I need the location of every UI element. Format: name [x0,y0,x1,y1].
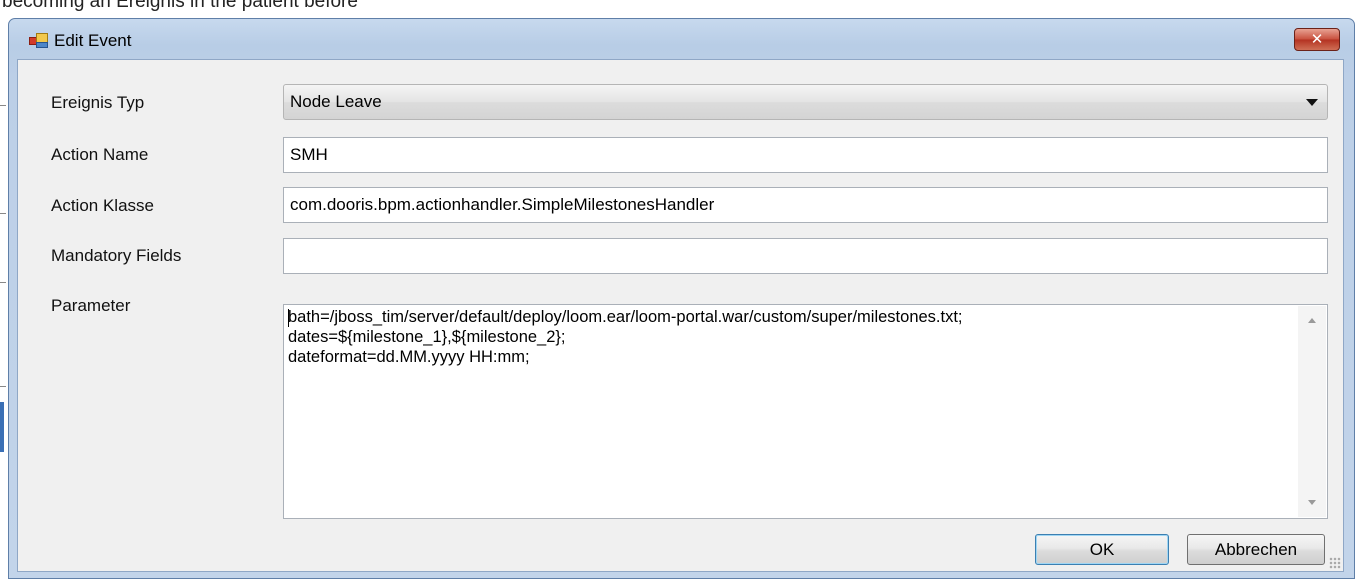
title-bar[interactable]: Edit Event ✕ [9,19,1354,59]
action-name-input[interactable]: SMH [283,137,1328,173]
ok-button[interactable]: OK [1035,534,1169,565]
vertical-scrollbar[interactable] [1298,306,1326,517]
event-type-label: Ereignis Typ [51,93,145,112]
parameter-label: Parameter [51,296,131,315]
action-name-label: Action Name [51,145,149,164]
mandatory-fields-label: Mandatory Fields [51,246,182,265]
mandatory-fields-input[interactable] [283,238,1328,274]
background-accent-bar [0,402,4,452]
background-divider [0,282,6,283]
parameter-line: dateformat=dd.MM.yyyy HH:mm; [288,348,530,366]
window-title: Edit Event [54,31,132,50]
action-class-input[interactable]: com.dooris.bpm.actionhandler.SimpleMiles… [283,187,1328,223]
chevron-down-icon[interactable] [1306,99,1318,106]
event-type-value: Node Leave [290,92,382,111]
background-divider [0,213,6,214]
close-icon: ✕ [1310,30,1324,48]
background-caption: becoming an Ereignis in the patient befo… [2,0,358,12]
action-name-value: SMH [290,145,328,164]
scroll-up-icon[interactable] [1308,318,1316,323]
background-divider [0,386,6,387]
app-icon [29,33,48,48]
background-divider [0,105,6,106]
parameter-textarea[interactable]: bath=/jboss_tim/server/default/deploy/lo… [283,304,1328,519]
parameter-line: bath=/jboss_tim/server/default/deploy/lo… [288,308,963,326]
cancel-button[interactable]: Abbrechen [1187,534,1325,565]
action-class-label: Action Klasse [51,196,154,215]
parameter-line: dates=${milestone_1},${milestone_2}; [288,328,566,346]
close-button[interactable]: ✕ [1294,28,1340,51]
dialog-body: Ereignis Typ Node Leave Action Name SMH … [17,59,1344,572]
action-class-value: com.dooris.bpm.actionhandler.SimpleMiles… [290,195,715,214]
event-type-select[interactable]: Node Leave [283,84,1328,120]
edit-event-dialog: Edit Event ✕ Ereignis Typ Node Leave Act… [8,18,1355,579]
resize-grip-icon[interactable] [1329,557,1341,569]
scroll-down-icon[interactable] [1308,500,1316,505]
